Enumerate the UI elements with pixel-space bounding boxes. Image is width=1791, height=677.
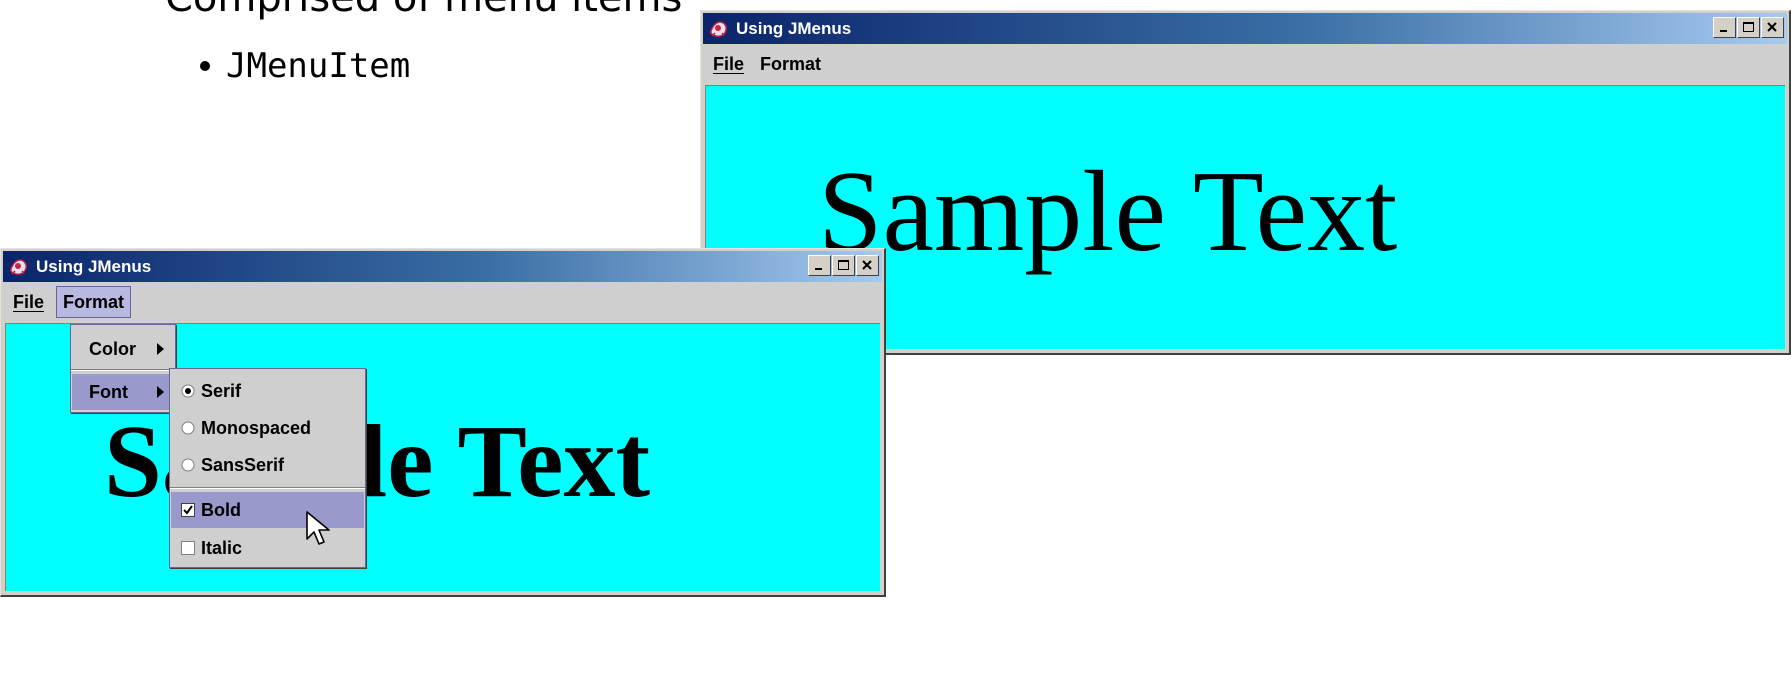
minimize-icon	[1720, 30, 1727, 32]
menu-bar: File Format	[3, 283, 882, 321]
close-icon	[862, 260, 872, 270]
radio-unchecked-icon	[181, 421, 195, 435]
menu-separator	[170, 487, 365, 489]
checkbox-unchecked-icon	[181, 541, 195, 555]
submenu-arrow-icon	[157, 386, 164, 398]
minimize-icon	[815, 268, 822, 270]
close-button[interactable]	[1761, 17, 1784, 38]
menu-format-label: Format	[63, 291, 125, 312]
menu-item-monospaced-label: Monospaced	[201, 417, 312, 438]
font-submenu-popup: Serif Monospaced SansSerif Bold Italic	[169, 368, 366, 568]
window-title: Using JMenus	[736, 18, 852, 38]
menu-item-monospaced[interactable]: Monospaced	[171, 410, 364, 446]
slide-heading: Comprised of menu items	[165, 0, 682, 22]
window-controls	[1713, 17, 1784, 38]
menu-format-label: Format	[760, 53, 822, 74]
format-menu-popup: Color Font	[70, 324, 176, 413]
menu-item-font-label: Font	[89, 381, 128, 402]
mouse-cursor-icon	[306, 511, 330, 545]
maximize-button[interactable]	[832, 255, 855, 276]
window-controls	[808, 255, 879, 276]
menu-item-serif[interactable]: Serif	[171, 373, 364, 409]
radio-unchecked-icon	[181, 458, 195, 472]
submenu-arrow-icon	[157, 343, 164, 355]
title-bar[interactable]: Using JMenus	[3, 251, 882, 282]
checkbox-checked-icon	[181, 503, 195, 517]
title-bar[interactable]: Using JMenus	[703, 13, 1787, 44]
menu-format[interactable]: Format	[754, 48, 827, 80]
menu-item-bold-label: Bold	[201, 499, 241, 520]
menu-bar: File Format	[703, 45, 1787, 83]
menu-item-italic-label: Italic	[201, 537, 243, 558]
menu-format[interactable]: Format	[56, 286, 132, 318]
java-duke-icon	[10, 258, 27, 275]
menu-item-sansserif-label: SansSerif	[201, 454, 285, 475]
close-button[interactable]	[856, 255, 879, 276]
menu-file-label: File	[713, 53, 745, 74]
java-duke-icon	[710, 20, 727, 37]
menu-separator	[71, 369, 175, 371]
close-icon	[1767, 22, 1777, 32]
menu-item-italic[interactable]: Italic	[171, 530, 364, 566]
slide-bullet: JMenuItem	[200, 42, 410, 90]
menu-item-color[interactable]: Color	[72, 331, 174, 367]
minimize-button[interactable]	[808, 255, 831, 276]
menu-file-label: File	[13, 291, 45, 312]
sample-text: Sample Text	[818, 148, 1398, 276]
menu-item-serif-label: Serif	[201, 380, 242, 401]
radio-checked-icon	[181, 384, 195, 398]
bullet-dot	[200, 61, 210, 71]
menu-item-font[interactable]: Font	[72, 374, 174, 410]
maximize-icon	[1743, 22, 1754, 32]
maximize-button[interactable]	[1737, 17, 1760, 38]
menu-file[interactable]: File	[7, 286, 50, 318]
window-title: Using JMenus	[36, 256, 152, 276]
minimize-button[interactable]	[1713, 17, 1736, 38]
menu-item-bold[interactable]: Bold	[171, 492, 364, 528]
window-front: Using JMenus File Format Sample Text	[0, 248, 886, 597]
maximize-icon	[838, 260, 849, 270]
menu-file[interactable]: File	[707, 48, 750, 80]
menu-item-color-label: Color	[89, 338, 136, 359]
menu-item-sansserif[interactable]: SansSerif	[171, 447, 364, 483]
bullet-text: JMenuItem	[226, 46, 411, 86]
